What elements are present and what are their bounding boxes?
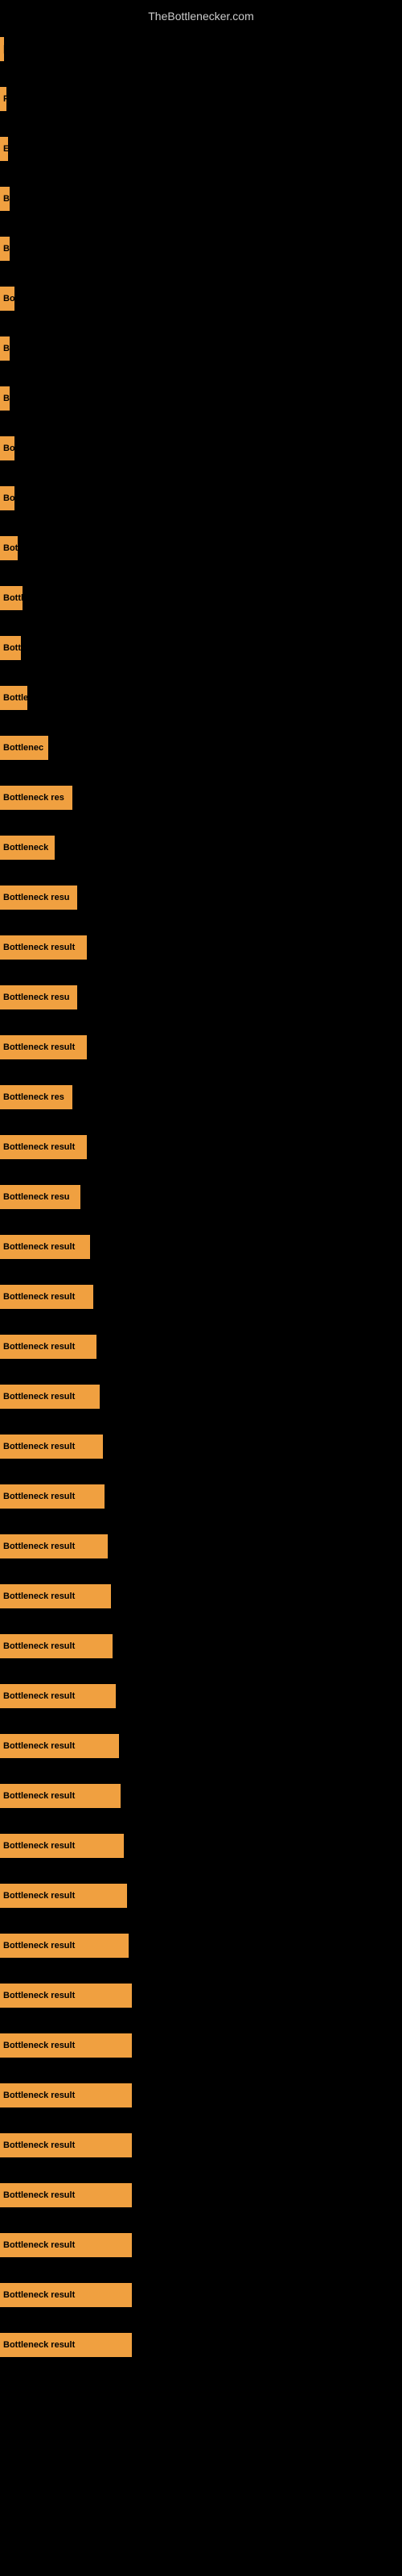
result-bar: Bottleneck resu — [0, 886, 77, 910]
result-bar: Bottleneck result — [0, 1834, 124, 1858]
result-bar: Bott — [0, 636, 21, 660]
result-bar: B — [0, 386, 10, 411]
bar-row: P — [0, 74, 402, 124]
bar-row: Bottle — [0, 673, 402, 723]
result-bar: Bottleneck result — [0, 2133, 132, 2157]
bar-row: Bottleneck res — [0, 773, 402, 823]
result-bar: Bottleneck resu — [0, 1185, 80, 1209]
result-bar: Bottleneck result — [0, 1135, 87, 1159]
bar-row: Bottleneck result — [0, 2070, 402, 2120]
bar-row: Bottleneck result — [0, 2320, 402, 2370]
bar-row: B — [0, 224, 402, 274]
result-bar: Bottleneck result — [0, 1335, 96, 1359]
bar-row: Bottleneck result — [0, 1521, 402, 1571]
bar-row: Bottleneck res — [0, 1072, 402, 1122]
result-bar: Bottlenec — [0, 736, 48, 760]
result-bar: Bottleneck result — [0, 1734, 119, 1758]
result-bar: | — [0, 37, 4, 61]
result-bar: Bo — [0, 486, 14, 510]
bar-row: Bottleneck result — [0, 1422, 402, 1472]
bar-row: Bottleneck result — [0, 1472, 402, 1521]
bar-row: Bottl — [0, 573, 402, 623]
bar-row: B — [0, 174, 402, 224]
result-bar: Bottleneck result — [0, 935, 87, 960]
result-bar: Bottleneck result — [0, 2333, 132, 2357]
result-bar: Bot — [0, 536, 18, 560]
result-bar: Bo — [0, 287, 14, 311]
bar-row: Bottleneck result — [0, 1022, 402, 1072]
bar-row: Bottleneck — [0, 823, 402, 873]
bar-row: Bo — [0, 274, 402, 324]
bar-row: Bottleneck result — [0, 1721, 402, 1771]
result-bar: B — [0, 187, 10, 211]
result-bar: E — [0, 137, 8, 161]
bar-row: Bottleneck result — [0, 2120, 402, 2170]
result-bar: Bottleneck result — [0, 1784, 121, 1808]
bar-row: Bottleneck result — [0, 2270, 402, 2320]
bar-row: Bott — [0, 623, 402, 673]
bar-row: Bot — [0, 523, 402, 573]
result-bar: Bottleneck result — [0, 1484, 105, 1509]
result-bar: Bottleneck result — [0, 2083, 132, 2107]
result-bar: Bottleneck res — [0, 1085, 72, 1109]
bar-row: Bottleneck resu — [0, 1172, 402, 1222]
bar-row: Bottleneck result — [0, 923, 402, 972]
bar-row: Bottleneck result — [0, 2170, 402, 2220]
result-bar: Bottleneck result — [0, 1884, 127, 1908]
bar-row: Bottleneck result — [0, 1272, 402, 1322]
result-bar: Bottleneck result — [0, 1435, 103, 1459]
result-bar: Bottleneck resu — [0, 985, 77, 1009]
result-bar: Bottleneck result — [0, 1534, 108, 1558]
bars-container: |PEBBBoBBBoBoBotBottlBottBottleBottlenec… — [0, 24, 402, 2370]
bar-row: B — [0, 374, 402, 423]
bar-row: Bottleneck resu — [0, 972, 402, 1022]
bar-row: Bottleneck result — [0, 2021, 402, 2070]
result-bar: Bottle — [0, 686, 27, 710]
result-bar: Bottleneck result — [0, 1984, 132, 2008]
bar-row: Bottleneck result — [0, 1222, 402, 1272]
result-bar: Bottleneck result — [0, 2283, 132, 2307]
bar-row: Bottleneck result — [0, 1372, 402, 1422]
bar-row: Bottleneck result — [0, 1771, 402, 1821]
result-bar: Bottleneck result — [0, 1285, 93, 1309]
result-bar: Bottleneck result — [0, 2183, 132, 2207]
bar-row: Bottleneck result — [0, 1322, 402, 1372]
result-bar: Bottleneck result — [0, 2033, 132, 2058]
bar-row: B — [0, 324, 402, 374]
result-bar: Bottleneck — [0, 836, 55, 860]
bar-row: Bottleneck result — [0, 1122, 402, 1172]
result-bar: Bottleneck result — [0, 1035, 87, 1059]
result-bar: Bottleneck result — [0, 1934, 129, 1958]
result-bar: Bottleneck result — [0, 2233, 132, 2257]
result-bar: Bottleneck res — [0, 786, 72, 810]
bar-row: Bottleneck result — [0, 1621, 402, 1671]
bar-row: Bottleneck result — [0, 1671, 402, 1721]
result-bar: P — [0, 87, 6, 111]
bar-row: | — [0, 24, 402, 74]
bar-row: E — [0, 124, 402, 174]
bar-row: Bottleneck result — [0, 1871, 402, 1921]
result-bar: Bottleneck result — [0, 1385, 100, 1409]
bar-row: Bottleneck resu — [0, 873, 402, 923]
result-bar: Bo — [0, 436, 14, 460]
bar-row: Bo — [0, 473, 402, 523]
result-bar: Bottleneck result — [0, 1634, 113, 1658]
result-bar: B — [0, 336, 10, 361]
result-bar: Bottleneck result — [0, 1684, 116, 1708]
bar-row: Bottlenec — [0, 723, 402, 773]
result-bar: Bottleneck result — [0, 1584, 111, 1608]
bar-row: Bottleneck result — [0, 1921, 402, 1971]
bar-row: Bottleneck result — [0, 2220, 402, 2270]
result-bar: B — [0, 237, 10, 261]
bar-row: Bottleneck result — [0, 1971, 402, 2021]
result-bar: Bottl — [0, 586, 23, 610]
bar-row: Bo — [0, 423, 402, 473]
bar-row: Bottleneck result — [0, 1821, 402, 1871]
result-bar: Bottleneck result — [0, 1235, 90, 1259]
bar-row: Bottleneck result — [0, 1571, 402, 1621]
